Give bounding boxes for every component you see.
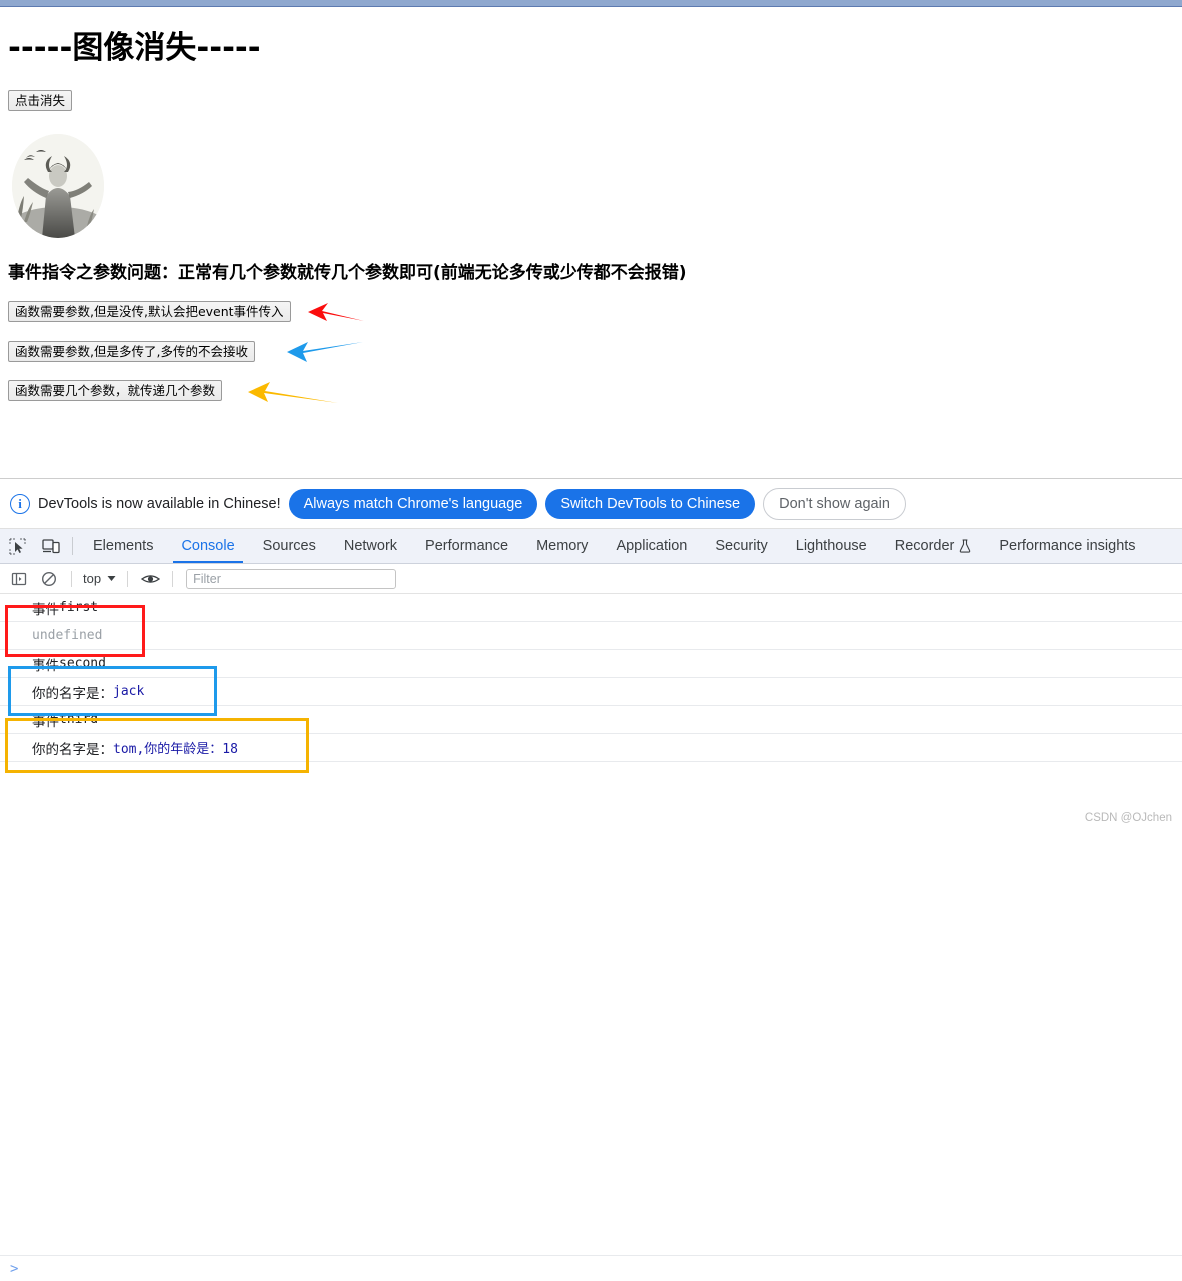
prompt-caret-icon: >: [10, 1261, 18, 1277]
tab-label: Application: [616, 538, 687, 554]
tab-security[interactable]: Security: [701, 529, 781, 563]
console-row: 事件first: [0, 594, 1182, 622]
sidebar-panel-icon[interactable]: [6, 566, 32, 592]
tab-label: Performance insights: [999, 538, 1135, 554]
browser-chrome-strip: [0, 0, 1182, 7]
infobar-message: DevTools is now available in Chinese!: [38, 496, 281, 512]
console-cjk-text: 事件: [32, 598, 59, 618]
always-match-language-button[interactable]: Always match Chrome's language: [289, 489, 538, 519]
console-row: 你的名字是：jack: [0, 678, 1182, 706]
hide-image-button[interactable]: 点击消失: [8, 90, 72, 111]
console-row: 事件second: [0, 650, 1182, 678]
console-message-list[interactable]: 事件first undefined 事件second 你的名字是：jack 事件…: [0, 594, 1182, 831]
console-row: 你的名字是：tom,你的年龄是：18: [0, 734, 1182, 762]
devtools-panel: i DevTools is now available in Chinese! …: [0, 478, 1182, 830]
tab-application[interactable]: Application: [602, 529, 701, 563]
tab-memory[interactable]: Memory: [522, 529, 602, 563]
tab-elements[interactable]: Elements: [79, 529, 167, 563]
tab-performance[interactable]: Performance: [411, 529, 522, 563]
console-filter-input[interactable]: [186, 569, 396, 589]
clear-console-icon[interactable]: [36, 566, 62, 592]
dont-show-again-button[interactable]: Don't show again: [763, 488, 906, 520]
tab-console[interactable]: Console: [167, 529, 248, 563]
console-input-prompt[interactable]: >: [0, 1255, 1182, 1281]
console-value-text: tom,你的年龄是：18: [113, 738, 238, 757]
tab-label: Security: [715, 538, 767, 554]
tab-network[interactable]: Network: [330, 529, 411, 563]
event-param-extra-button[interactable]: 函数需要参数,但是多传了,多传的不会接收: [8, 341, 255, 362]
console-toolbar: top: [0, 564, 1182, 594]
info-circle-icon: i: [10, 494, 30, 514]
tab-label: Network: [344, 538, 397, 554]
devtools-language-infobar: i DevTools is now available in Chinese! …: [0, 479, 1182, 529]
toolbar-divider-2: [127, 571, 128, 587]
tab-label: Memory: [536, 538, 588, 554]
console-cjk-text: 事件: [32, 654, 59, 674]
toolbar-divider-3: [172, 571, 173, 587]
console-row: undefined: [0, 622, 1182, 650]
web-page-viewport: -----图像消失----- 点击消失: [0, 8, 1182, 478]
tab-performance-insights[interactable]: Performance insights: [985, 529, 1149, 563]
event-param-exact-button[interactable]: 函数需要几个参数，就传递几个参数: [8, 380, 222, 401]
chevron-down-icon: [107, 575, 116, 582]
tab-label: Lighthouse: [796, 538, 867, 554]
console-row: 事件third: [0, 706, 1182, 734]
tab-label: Elements: [93, 538, 153, 554]
tab-label: Console: [181, 538, 234, 554]
inspect-element-icon[interactable]: [0, 529, 34, 563]
execution-context-selector[interactable]: top: [81, 571, 118, 586]
console-mono-text: first: [59, 600, 98, 615]
console-value-text: jack: [113, 684, 144, 699]
tab-lighthouse[interactable]: Lighthouse: [782, 529, 881, 563]
console-mono-text: third: [59, 712, 98, 727]
tab-label: Recorder: [895, 538, 955, 554]
event-param-default-button[interactable]: 函数需要参数,但是没传,默认会把event事件传入: [8, 301, 291, 322]
console-mono-text: second: [59, 656, 106, 671]
console-cjk-text: 你的名字是：: [32, 682, 113, 702]
flask-icon: [959, 539, 971, 553]
devtools-tabbar: Elements Console Sources Network Perform…: [0, 529, 1182, 564]
console-cjk-text: 事件: [32, 710, 59, 730]
page-title: -----图像消失-----: [8, 22, 261, 67]
red-pointer-arrow: [306, 299, 366, 325]
tab-label: Performance: [425, 538, 508, 554]
tab-sources[interactable]: Sources: [249, 529, 330, 563]
blue-pointer-arrow: [285, 338, 365, 366]
toolbar-divider-1: [71, 571, 72, 587]
switch-devtools-to-chinese-button[interactable]: Switch DevTools to Chinese: [545, 489, 755, 519]
yellow-pointer-arrow: [245, 379, 340, 409]
tab-recorder[interactable]: Recorder: [881, 529, 986, 563]
parameter-note-text: 事件指令之参数问题：正常有几个参数就传几个参数即可(前端无论多传或少传都不会报错…: [8, 258, 687, 283]
tab-label: Sources: [263, 538, 316, 554]
avatar-image: [12, 134, 104, 238]
console-cjk-text: 你的名字是：: [32, 738, 113, 758]
live-expression-icon[interactable]: [137, 566, 163, 592]
console-mono-text: undefined: [32, 628, 102, 643]
device-toolbar-icon[interactable]: [34, 529, 68, 563]
csdn-watermark: CSDN @OJchen: [1085, 812, 1172, 824]
tabbar-divider: [72, 537, 73, 555]
context-label: top: [83, 571, 101, 586]
